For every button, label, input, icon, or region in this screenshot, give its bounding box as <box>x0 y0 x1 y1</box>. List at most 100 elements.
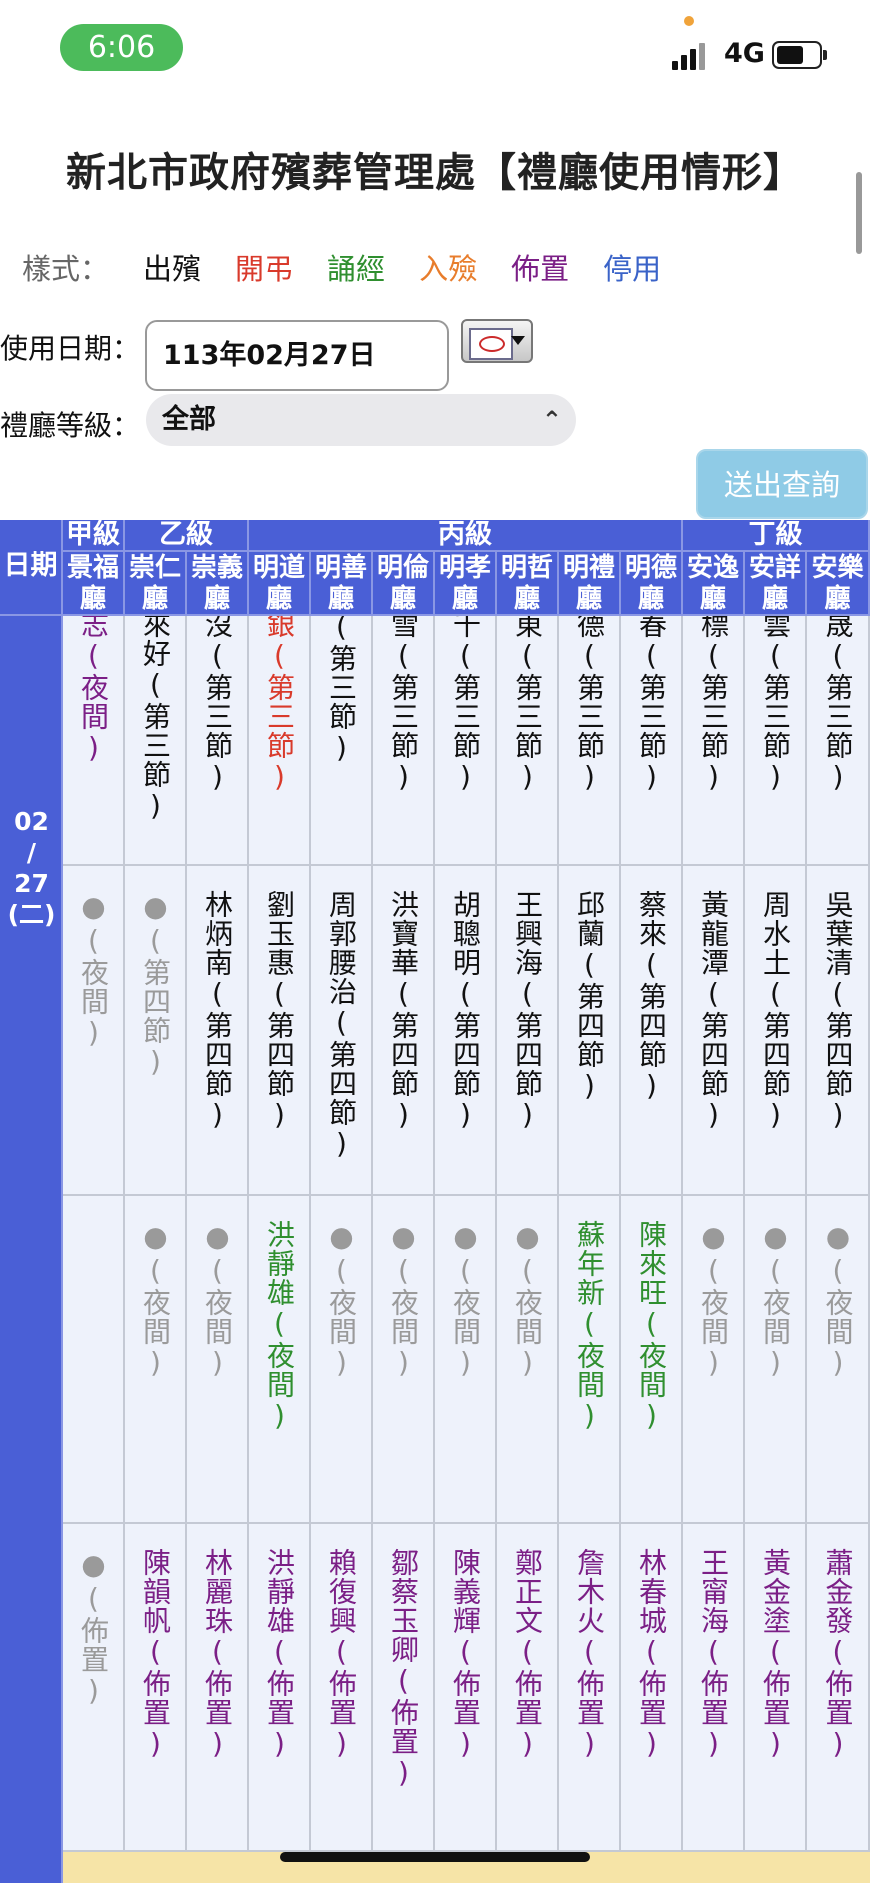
schedule-entry: 志(夜間) <box>77 616 110 765</box>
schedule-cell[interactable]: ●(夜間) <box>683 1196 745 1524</box>
schedule-cell[interactable]: 洪靜雄(夜間) <box>249 1196 311 1524</box>
schedule-cell[interactable]: 來好(第三節) <box>125 616 187 866</box>
hall-header: 明道廳 <box>249 552 311 616</box>
calendar-picker-button[interactable] <box>461 319 533 363</box>
schedule-entry: ●(夜間) <box>697 1220 730 1380</box>
schedule-cell[interactable]: 鄒蔡玉卿(佈置) <box>373 1524 435 1852</box>
schedule-entry: 來好(第三節) <box>139 616 172 823</box>
schedule-cell[interactable]: 賴復興(佈置) <box>311 1524 373 1852</box>
schedule-cell[interactable]: 洪寶華(第四節) <box>373 866 435 1196</box>
home-indicator[interactable] <box>280 1852 590 1862</box>
schedule-cell[interactable]: 德(第三節) <box>559 616 621 866</box>
hall-header: 明德廳 <box>621 552 683 616</box>
schedule-entry: 陳義輝(佈置) <box>449 1548 482 1761</box>
status-bar: 6:06 4G <box>0 0 870 105</box>
schedule-cell[interactable]: ●(夜間) <box>745 1196 807 1524</box>
schedule-cell[interactable]: ●(夜間) <box>373 1196 435 1524</box>
schedule-cell[interactable]: 林春城(佈置) <box>621 1524 683 1852</box>
schedule-cell[interactable]: 蘇年新(夜間) <box>559 1196 621 1524</box>
schedule-cell[interactable]: 林炳南(第四節) <box>187 866 249 1196</box>
schedule-cell[interactable]: 黃龍潭(第四節) <box>683 866 745 1196</box>
schedule-cell[interactable]: 周郭腰治(第四節) <box>311 866 373 1196</box>
legend-item-funeral: 出殯 <box>143 252 202 286</box>
schedule-cell[interactable]: ●(夜間) <box>187 1196 249 1524</box>
schedule-cell[interactable]: 胡聰明(第四節) <box>435 866 497 1196</box>
schedule-cell[interactable]: 王興海(第四節) <box>497 866 559 1196</box>
schedule-cell[interactable]: 陳韻帆(佈置) <box>125 1524 187 1852</box>
schedule-cell[interactable]: ●(第四節) <box>125 866 187 1196</box>
schedule-cell[interactable]: 晟(第三節) <box>807 616 870 866</box>
schedule-cell[interactable]: ●(夜間) <box>497 1196 559 1524</box>
schedule-cell[interactable]: 蔡來(第四節) <box>621 866 683 1196</box>
date-cell: 02 / 27 (二) <box>0 616 63 1883</box>
hall-header: 安樂廳 <box>807 552 870 616</box>
schedule-cell[interactable]: 邱蘭(第四節) <box>559 866 621 1196</box>
schedule-entry: 雪(第三節) <box>387 616 420 794</box>
schedule-entry: ●(夜間) <box>325 1220 358 1380</box>
schedule-cell[interactable]: 蕭金發(佈置) <box>807 1524 870 1852</box>
schedule-cell[interactable] <box>63 1196 125 1524</box>
date-month: 02 <box>14 807 49 836</box>
schedule-entry: 林麗珠(佈置) <box>201 1548 234 1761</box>
schedule-cell[interactable]: 林麗珠(佈置) <box>187 1524 249 1852</box>
schedule-cell[interactable]: 周水土(第四節) <box>745 866 807 1196</box>
schedule-cell[interactable]: 銀(第三節) <box>249 616 311 866</box>
schedule-entry: ●(第四節) <box>139 890 172 1079</box>
schedule-cell[interactable]: 沒(第三節) <box>187 616 249 866</box>
schedule-entry: 蔡來(第四節) <box>635 890 668 1103</box>
schedule-cell[interactable]: 吳葉清(第四節) <box>807 866 870 1196</box>
schedule-entry: 王興海(第四節) <box>511 890 544 1132</box>
hall-header: 明倫廳 <box>373 552 435 616</box>
schedule-entry: 吳葉清(第四節) <box>821 890 855 1132</box>
date-input[interactable]: 113年02月27日 <box>145 320 449 391</box>
schedule-cell[interactable]: 鄭正文(佈置) <box>497 1524 559 1852</box>
schedule-entry: 銀(第三節) <box>263 616 296 794</box>
date-slash: / <box>26 838 37 867</box>
dropdown-arrow-icon <box>511 336 525 345</box>
date-column-header: 日期 <box>0 520 63 616</box>
hall-level-select[interactable]: 全部 ⌃ <box>146 394 576 446</box>
schedule-entry: 賴復興(佈置) <box>325 1548 358 1761</box>
schedule-cell[interactable]: 詹木火(佈置) <box>559 1524 621 1852</box>
schedule-entry: ●(夜間) <box>449 1220 482 1380</box>
hall-header: 景福廳 <box>63 552 125 616</box>
schedule-cell[interactable]: ●(夜間) <box>125 1196 187 1524</box>
schedule-cell[interactable]: 雪(第三節) <box>373 616 435 866</box>
schedule-entry: ●(夜間) <box>201 1220 234 1380</box>
schedule-cell[interactable]: 王甯海(佈置) <box>683 1524 745 1852</box>
schedule-entry: 林春城(佈置) <box>635 1548 668 1761</box>
schedule-cell[interactable]: ●(佈置) <box>63 1524 125 1852</box>
schedule-entry: 王甯海(佈置) <box>697 1548 730 1761</box>
schedule-cell[interactable]: ●(夜間) <box>435 1196 497 1524</box>
schedule-cell[interactable]: 黃金塗(佈置) <box>745 1524 807 1852</box>
schedule-cell[interactable]: 陳義輝(佈置) <box>435 1524 497 1852</box>
schedule-entry: 周郭腰治(第四節) <box>325 890 358 1161</box>
schedule-entry: 標(第三節) <box>697 616 730 794</box>
schedule-cell[interactable]: 劉玉惠(第四節) <box>249 866 311 1196</box>
schedule-cell[interactable]: 雲(第三節) <box>745 616 807 866</box>
schedule-entry: 洪靜雄(夜間) <box>263 1220 296 1433</box>
schedule-cell[interactable]: ●(夜間) <box>63 866 125 1196</box>
schedule-entry: 沒(第三節) <box>201 616 234 794</box>
schedule-cell[interactable]: 志(夜間) <box>63 616 125 866</box>
schedule-cell[interactable]: ●(夜間) <box>311 1196 373 1524</box>
date-day: 27 <box>14 869 49 898</box>
schedule-cell[interactable]: 標(第三節) <box>683 616 745 866</box>
hall-level-value: 全部 <box>162 404 216 435</box>
schedule-cell[interactable]: 洪靜雄(佈置) <box>249 1524 311 1852</box>
schedule-cell[interactable]: (第三節) <box>311 616 373 866</box>
legend-item-encoffin: 入殮 <box>419 252 478 286</box>
scrollbar[interactable] <box>856 172 862 254</box>
schedule-cell[interactable]: ●(夜間) <box>807 1196 870 1524</box>
submit-query-button[interactable]: 送出查詢 <box>696 449 868 519</box>
schedule-cell[interactable]: 陳來旺(夜間) <box>621 1196 683 1524</box>
schedule-cell[interactable]: 春(第三節) <box>621 616 683 866</box>
schedule-entry: 東(第三節) <box>511 616 544 794</box>
status-time: 6:06 <box>60 24 183 71</box>
schedule-cell[interactable]: 東(第三節) <box>497 616 559 866</box>
schedule-cell[interactable]: 千(第三節) <box>435 616 497 866</box>
schedule-entry: 德(第三節) <box>573 616 606 794</box>
schedule-entry: 詹木火(佈置) <box>573 1548 606 1761</box>
date-weekday: (二) <box>7 900 56 929</box>
schedule-entry: 林炳南(第四節) <box>201 890 234 1132</box>
